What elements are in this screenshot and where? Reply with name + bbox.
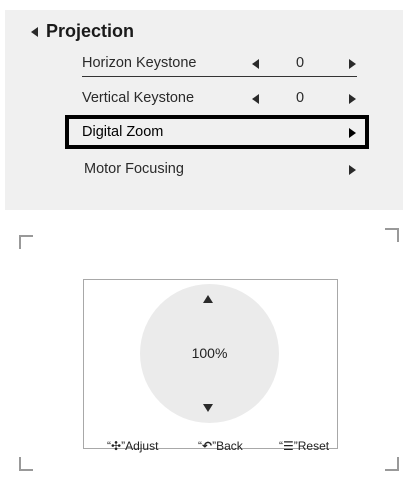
menu-item-label: Motor Focusing [84,161,184,177]
menu-item-value: 0 [296,55,305,71]
hint-back: “↶”Back [198,439,243,453]
zoom-control-dial[interactable]: 100% [140,284,279,423]
menu-item-digital-zoom[interactable]: Digital Zoom [82,121,357,145]
menu-item-label: Digital Zoom [82,124,164,140]
menu-title[interactable]: Projection [31,21,134,42]
projection-menu-panel: Projection Horizon Keystone 0 Vertical K… [5,10,403,210]
menu-item-motor-focusing[interactable]: Motor Focusing [82,158,357,182]
menu-item-horizon-keystone[interactable]: Horizon Keystone 0 [82,52,357,77]
menu-item-label: Vertical Keystone [82,90,195,106]
decrease-arrow-icon[interactable] [252,94,259,104]
hint-adjust-label: Adjust [125,439,159,453]
corner-bracket-icon [19,457,33,471]
menu-item-label: Horizon Keystone [82,55,197,71]
hint-adjust: “✣”Adjust [107,439,158,453]
hint-back-label: Back [216,439,243,453]
digital-zoom-panel: 100% “✣”Adjust “↶”Back “☰”Reset [5,215,403,479]
dpad-icon: ✣ [111,439,122,453]
menu-item-value: 0 [296,90,305,106]
zoom-up-arrow-icon[interactable] [203,295,213,303]
corner-bracket-icon [385,457,399,471]
increase-arrow-icon[interactable] [349,94,356,104]
chevron-right-icon[interactable] [349,165,356,175]
menu-title-text: Projection [46,21,135,41]
zoom-preview-frame: 100% [83,279,338,449]
back-icon: ↶ [202,439,213,453]
corner-bracket-icon [19,235,33,249]
hint-reset-label: Reset [297,439,330,453]
menu-item-vertical-keystone[interactable]: Vertical Keystone 0 [82,87,357,111]
hint-reset: “☰”Reset [279,439,329,453]
decrease-arrow-icon[interactable] [252,59,259,69]
zoom-down-arrow-icon[interactable] [203,404,213,412]
increase-arrow-icon[interactable] [349,59,356,69]
menu-icon: ☰ [283,439,294,453]
chevron-right-icon[interactable] [349,128,356,138]
corner-bracket-icon [385,228,399,242]
zoom-value: 100% [191,345,228,361]
back-arrow-icon[interactable] [31,26,38,37]
